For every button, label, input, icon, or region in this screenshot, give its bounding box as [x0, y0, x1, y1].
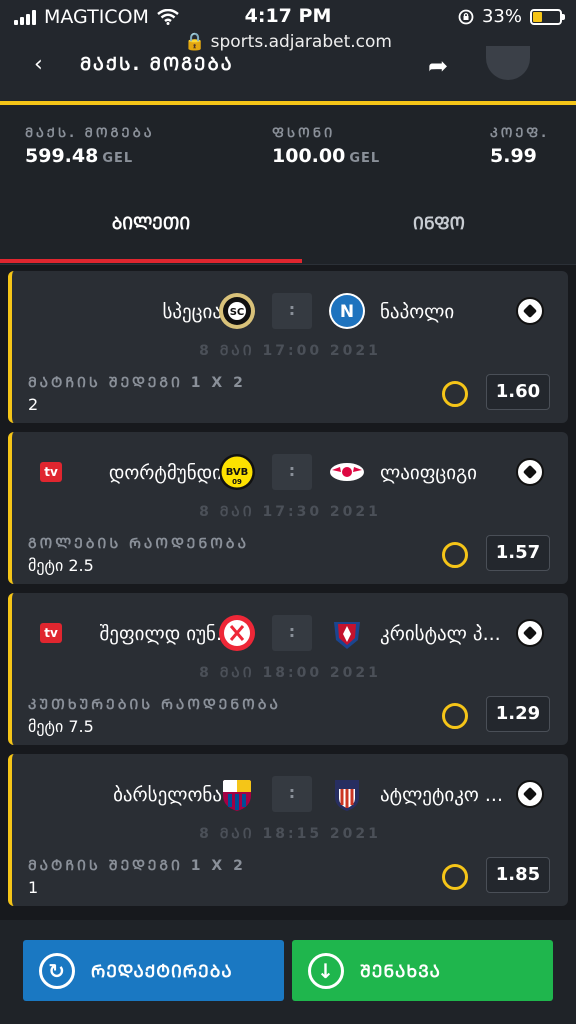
score-box: : — [272, 293, 312, 329]
bet-list: სპეცია SC : N ნაპოლი 8 ᲛᲐᲘ 17:00 2021 ᲛᲐ… — [0, 265, 576, 920]
max-win-amount: 599.48 — [25, 145, 99, 167]
home-team: დორტმუნდი — [108, 462, 222, 484]
dortmund-logo-icon: BVB09 — [219, 454, 255, 490]
football-icon — [516, 458, 544, 486]
selection: 2 — [28, 395, 39, 414]
away-team: ლაიფციგი — [380, 462, 477, 484]
selection: 1 — [28, 878, 39, 897]
score-box: : — [272, 615, 312, 651]
edit-button[interactable]: ↻ ᲠᲔᲓᲐᲥᲢᲘᲠᲔᲑᲐ — [23, 940, 284, 1001]
home-team: ბარსელონა — [113, 784, 222, 806]
atletico-logo-icon — [335, 780, 359, 811]
football-icon — [516, 619, 544, 647]
rotation-lock-icon — [458, 9, 474, 24]
bet-card: სპეცია SC : N ნაპოლი 8 ᲛᲐᲘ 17:00 2021 ᲛᲐ… — [8, 271, 568, 423]
coef-label: ᲙᲝᲔᲤ. — [490, 126, 550, 141]
selection: მეტი 7.5 — [28, 717, 94, 736]
max-win-currency: GEL — [102, 151, 134, 166]
status-radio[interactable] — [442, 381, 468, 407]
home-team: შეფილდ იუნ. — [99, 623, 222, 645]
bet-card: ბარსელონა : ატლეტიკო ... 8 ᲛᲐᲘ 18:15 202… — [8, 754, 568, 906]
score-box: : — [272, 454, 312, 490]
svg-text:SC: SC — [230, 307, 245, 318]
battery-percent: 33% — [481, 6, 522, 27]
tv-icon[interactable]: tv — [40, 462, 62, 482]
coefficient: ᲙᲝᲔᲤ. 5.99 — [490, 123, 549, 167]
market-name: ᲛᲐᲢᲩᲘᲡ ᲨᲔᲓᲔᲒᲘ 1 X 2 — [28, 375, 246, 391]
download-icon: ↓ — [308, 952, 344, 989]
svg-text:09: 09 — [232, 478, 242, 486]
edit-label: ᲠᲔᲓᲐᲥᲢᲘᲠᲔᲑᲐ — [91, 962, 233, 982]
leipzig-logo-icon — [330, 463, 364, 481]
share-icon[interactable]: ➦ — [428, 52, 448, 80]
save-label: ᲨᲔᲜᲐᲮᲕᲐ — [360, 962, 441, 982]
napoli-logo-icon: N — [329, 293, 365, 329]
odds-box: 1.29 — [486, 696, 550, 732]
url-text: sports.adjarabet.com — [210, 32, 392, 52]
bet-card: tv დორტმუნდი BVB 09 : ლაიფციგი 8 ᲛᲐᲘ 17:3… — [8, 432, 568, 584]
search-button[interactable] — [486, 46, 530, 80]
back-arrow-icon[interactable]: ‹ — [34, 52, 43, 77]
selection: მეტი 2.5 — [28, 556, 94, 575]
status-right: 33% — [458, 6, 565, 27]
score-box: : — [272, 776, 312, 812]
tv-icon[interactable]: tv — [40, 623, 62, 643]
crystal-palace-logo-icon — [334, 622, 360, 649]
status-radio[interactable] — [442, 542, 468, 568]
stake-value: 100.00 GEL — [272, 145, 380, 167]
page-title: ᲛᲐᲥᲡ. ᲛᲝᲒᲔᲑᲐ — [80, 54, 234, 75]
odds-box: 1.60 — [486, 374, 550, 410]
market-name: ᲒᲝᲚᲔᲑᲘᲡ ᲠᲐᲝᲓᲔᲜᲝᲑᲐ — [28, 536, 250, 552]
edit-icon: ↻ — [39, 952, 75, 989]
odds-box: 1.57 — [486, 535, 550, 571]
tab-indicator — [0, 259, 302, 263]
match-datetime: 8 ᲛᲐᲘ 17:30 2021 — [199, 504, 381, 520]
stake-label: ᲤᲡᲝᲜᲘ — [272, 126, 336, 141]
save-button[interactable]: ↓ ᲨᲔᲜᲐᲮᲕᲐ — [292, 940, 553, 1001]
sheffield-logo-icon — [219, 615, 255, 651]
away-team: ნაპოლი — [380, 301, 455, 323]
tab-info[interactable]: ᲘᲜᲤᲝ — [302, 185, 576, 265]
action-footer: ↻ ᲠᲔᲓᲐᲥᲢᲘᲠᲔᲑᲐ ↓ ᲨᲔᲜᲐᲮᲕᲐ — [0, 920, 576, 1024]
market-name: ᲙᲣᲗᲮᲣᲠᲔᲑᲘᲡ ᲠᲐᲝᲓᲔᲜᲝᲑᲐ — [28, 697, 281, 713]
bet-summary: ᲛᲐᲥᲡ. ᲛᲝᲒᲔᲑᲐ 599.48 GEL ᲤᲡᲝᲜᲘ 100.00 GEL Კ… — [0, 105, 576, 185]
match-datetime: 8 ᲛᲐᲘ 17:00 2021 — [199, 343, 381, 359]
app-header: ‹ ᲛᲐᲥᲡ. ᲛᲝᲒᲔᲑᲐ ➦ — [0, 46, 576, 104]
away-team: კრისტალ პ... — [380, 623, 501, 645]
market-name: ᲛᲐᲢᲩᲘᲡ ᲨᲔᲓᲔᲒᲘ 1 X 2 — [28, 858, 246, 874]
status-radio[interactable] — [442, 703, 468, 729]
svg-text:BVB: BVB — [226, 467, 249, 478]
odds-box: 1.85 — [486, 857, 550, 893]
bet-card: tv შეფილდ იუნ. : კრისტალ პ... 8 ᲛᲐᲘ 18:0… — [8, 593, 568, 745]
max-win-value: 599.48 GEL — [25, 145, 155, 167]
tab-ticket[interactable]: ᲑᲘᲚᲔᲗᲘ — [0, 185, 302, 265]
away-team: ატლეტიკო ... — [380, 784, 504, 806]
tab-bar: ᲑᲘᲚᲔᲗᲘ ᲘᲜᲤᲝ — [0, 185, 576, 265]
lock-icon: 🔒 — [184, 32, 206, 52]
football-icon — [516, 297, 544, 325]
stake-currency: GEL — [349, 151, 381, 166]
coef-value: 5.99 — [490, 145, 537, 167]
battery-icon — [530, 8, 565, 25]
football-icon — [516, 780, 544, 808]
stake: ᲤᲡᲝᲜᲘ 100.00 GEL — [272, 123, 380, 167]
stake-amount: 100.00 — [272, 145, 346, 167]
max-win-label: ᲛᲐᲥᲡ. ᲛᲝᲒᲔᲑᲐ — [25, 126, 155, 141]
status-radio[interactable] — [442, 864, 468, 890]
barcelona-logo-icon — [223, 780, 251, 811]
spezia-logo-icon: SC — [219, 293, 255, 329]
svg-text:N: N — [340, 302, 354, 322]
max-win: ᲛᲐᲥᲡ. ᲛᲝᲒᲔᲑᲐ 599.48 GEL — [25, 123, 155, 167]
home-team: სპეცია — [162, 301, 222, 323]
match-datetime: 8 ᲛᲐᲘ 18:15 2021 — [199, 826, 381, 842]
match-datetime: 8 ᲛᲐᲘ 18:00 2021 — [199, 665, 381, 681]
